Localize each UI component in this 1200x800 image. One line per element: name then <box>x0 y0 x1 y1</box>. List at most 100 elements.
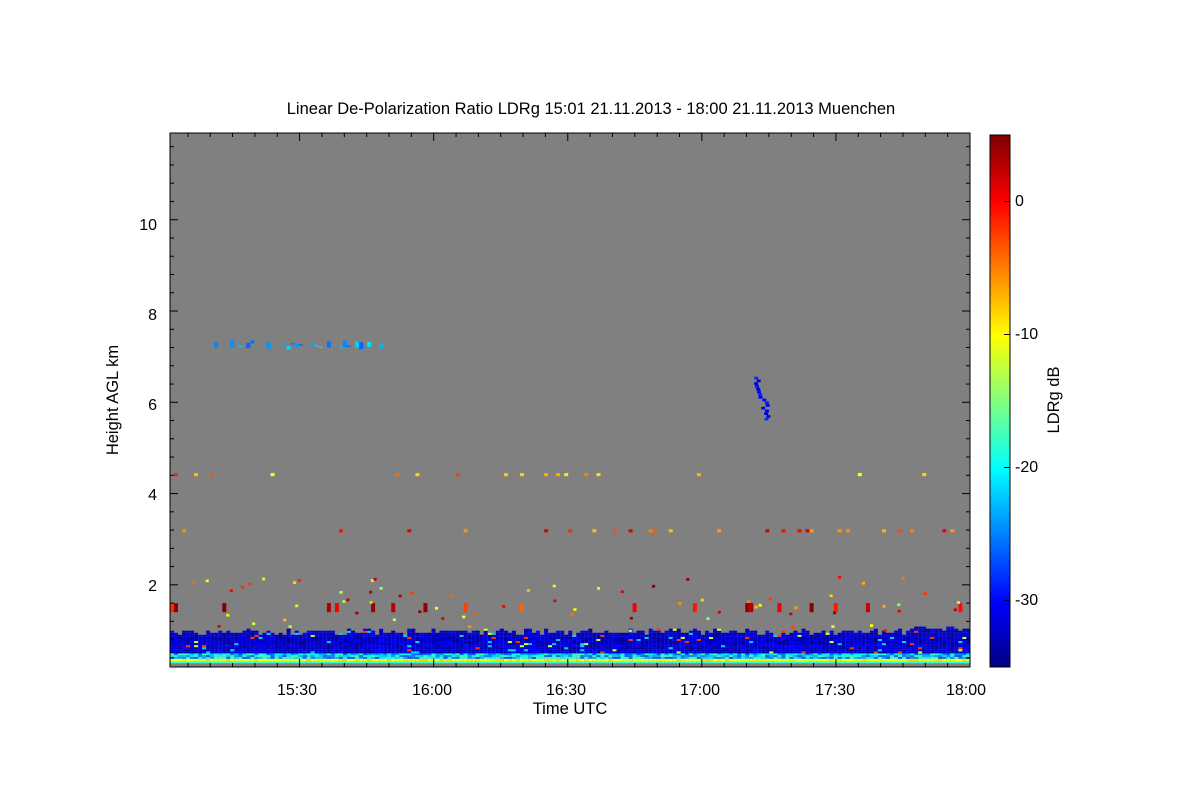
heatmap-cell <box>906 657 911 659</box>
heatmap-cell <box>330 630 335 633</box>
heatmap-cell <box>664 661 669 664</box>
heatmap-cell <box>206 657 211 659</box>
heatmap-cell <box>234 658 239 662</box>
heatmap-cell <box>234 655 239 657</box>
heatmap-cell <box>564 649 569 652</box>
heatmap-cell <box>918 626 923 629</box>
colorbar-segment <box>990 367 1010 370</box>
heatmap-cell <box>242 653 247 656</box>
heatmap-cell <box>314 345 319 347</box>
heatmap-cell <box>186 653 191 656</box>
heatmap-cell <box>656 632 661 635</box>
heatmap-cell <box>785 638 790 641</box>
colorbar-segment <box>990 499 1010 502</box>
heatmap-cell <box>821 645 826 648</box>
colorbar-segment <box>990 575 1010 578</box>
heatmap-cell <box>882 647 886 650</box>
heatmap-cell <box>733 655 738 657</box>
heatmap-cell <box>600 641 605 644</box>
heatmap-cell <box>813 641 818 644</box>
heatmap-cell <box>371 643 376 646</box>
heatmap-cell <box>254 649 259 652</box>
heatmap-cell <box>737 649 742 652</box>
colorbar-segment <box>990 311 1010 314</box>
heatmap-cell <box>210 643 215 646</box>
heatmap-cell <box>218 655 223 657</box>
heatmap-cell <box>499 651 504 654</box>
heatmap-cell <box>845 661 850 664</box>
heatmap-cell <box>942 632 947 635</box>
heatmap-cell <box>781 634 786 637</box>
heatmap-cell <box>757 643 762 646</box>
colorbar-segment <box>990 541 1010 544</box>
heatmap-cell <box>684 636 689 639</box>
heatmap-cell <box>479 636 484 639</box>
heatmap-cell <box>890 657 894 659</box>
heatmap-cell <box>709 661 713 664</box>
heatmap-cell <box>459 661 464 664</box>
heatmap-cell <box>755 384 759 388</box>
heatmap-cell <box>210 658 215 662</box>
heatmap-cell <box>194 641 199 644</box>
heatmap-cell <box>463 653 468 656</box>
colorbar-segment <box>990 189 1010 192</box>
heatmap-cell <box>246 661 251 664</box>
heatmap-cell <box>190 638 195 641</box>
heatmap-cell <box>540 657 545 659</box>
heatmap-cell <box>676 630 681 633</box>
heatmap-cell <box>805 658 810 662</box>
heatmap-cell <box>218 638 223 641</box>
heatmap-cell <box>524 636 528 639</box>
heatmap-cell <box>379 586 383 590</box>
heatmap-cell <box>914 653 919 656</box>
heatmap-cell <box>250 651 255 654</box>
heatmap-cell <box>713 638 717 641</box>
heatmap-cell <box>596 657 601 659</box>
heatmap-cell <box>479 658 484 662</box>
heatmap-cell <box>407 651 412 654</box>
heatmap-cell <box>451 651 456 654</box>
heatmap-cell <box>588 632 593 635</box>
heatmap-cell <box>258 634 263 637</box>
heatmap-cell <box>294 655 299 657</box>
heatmap-cell <box>644 649 649 652</box>
heatmap-cell <box>532 638 536 641</box>
heatmap-cell <box>865 647 870 650</box>
colorbar-tick-label: -10 <box>1015 326 1038 343</box>
heatmap-cell <box>886 647 890 650</box>
heatmap-cell <box>700 645 705 648</box>
colorbar-segment <box>990 255 1010 258</box>
heatmap-cell <box>403 643 408 646</box>
heatmap-cell <box>170 634 174 637</box>
heatmap-cell <box>620 658 625 662</box>
heatmap-cell <box>367 632 372 635</box>
heatmap-cell <box>709 645 713 648</box>
colorbar-segment <box>990 493 1010 496</box>
colorbar-segment <box>990 537 1010 540</box>
heatmap-cell <box>435 634 440 637</box>
heatmap-cell <box>182 634 187 637</box>
heatmap-cell <box>898 636 902 639</box>
heatmap-cell <box>371 661 376 664</box>
heatmap-cell <box>813 632 818 635</box>
heatmap-cell <box>170 647 174 650</box>
heatmap-cell <box>576 658 581 662</box>
heatmap-cell <box>383 645 388 648</box>
colorbar-segment <box>990 643 1010 646</box>
heatmap-cell <box>387 638 392 641</box>
heatmap-cell <box>717 638 721 641</box>
heatmap-cell <box>451 653 456 656</box>
heatmap-cell <box>604 632 609 635</box>
colorbar-segment <box>990 475 1010 478</box>
heatmap-cell <box>934 661 939 664</box>
colorbar-segment <box>990 509 1010 512</box>
heatmap-cell <box>250 632 255 635</box>
heatmap-cell <box>705 634 709 637</box>
heatmap-cell <box>861 647 866 650</box>
heatmap-cell <box>415 645 420 648</box>
heatmap-cell <box>624 634 629 637</box>
heatmap-cell <box>178 643 182 646</box>
heatmap-cell <box>825 634 830 637</box>
heatmap-cell <box>692 658 697 662</box>
heatmap-cell <box>688 658 693 662</box>
